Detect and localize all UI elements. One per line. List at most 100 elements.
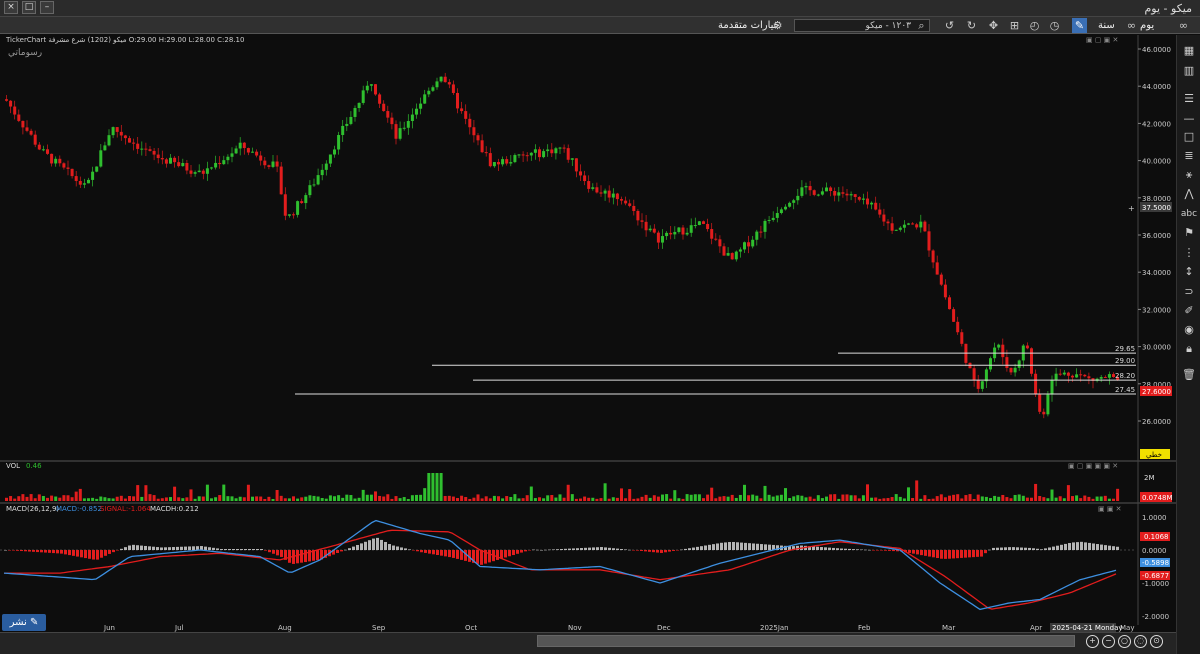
volume-bar	[78, 488, 82, 501]
magnet-icon[interactable]: ⊃	[1180, 284, 1198, 300]
timer-icon[interactable]: ◴	[1027, 18, 1042, 33]
candle-body	[615, 193, 619, 200]
chart-area[interactable]: 29.65 29.00 28.20 27.45 46.0000 44.0000 42.00…	[0, 35, 1176, 635]
panel-controls-icon[interactable]: ▣ ▢ ▣ ✕	[1086, 36, 1118, 44]
levels-icon[interactable]: ⋮	[1180, 245, 1198, 261]
macd-panel-controls-icon[interactable]: ▣ ▣ ✕	[1098, 505, 1122, 513]
layout-icon[interactable]: ▥	[1180, 63, 1198, 79]
candle-body	[820, 191, 824, 195]
redo-icon[interactable]: ↻	[964, 18, 979, 33]
volume-bar	[497, 496, 500, 501]
plus-icon[interactable]: +	[1128, 204, 1135, 213]
list-icon[interactable]: ☰	[1180, 91, 1198, 107]
eye-icon[interactable]: ◉	[1180, 322, 1198, 338]
pattern-icon[interactable]: ⚹	[1180, 167, 1198, 183]
clock-icon[interactable]: ◷	[1047, 18, 1062, 33]
macd-hist-bar	[124, 547, 127, 550]
macd-hist-bar	[640, 550, 643, 551]
candle-body	[521, 154, 525, 156]
zoom-out-icon[interactable]: −	[1102, 635, 1115, 648]
candle-body	[550, 149, 554, 154]
candle-body	[398, 128, 402, 139]
macd-hist-bar	[20, 550, 23, 552]
rectangle-icon[interactable]: □	[1180, 129, 1198, 145]
vol-panel-controls-icon[interactable]: ▣ ▢ ▣ ▣ ▣ ✕	[1068, 462, 1118, 470]
candle-body	[365, 85, 369, 91]
volume-bar	[1079, 498, 1083, 501]
minimize-icon[interactable]: –	[40, 1, 54, 14]
candle-body	[648, 228, 652, 231]
link-icon[interactable]: ∞	[1176, 18, 1191, 33]
volume-bar	[1066, 485, 1070, 501]
macd-value: MACD:-0.852	[56, 505, 102, 513]
brush-icon[interactable]: ✐	[1180, 303, 1198, 319]
macd-hist-bar	[44, 550, 47, 553]
text-tool-icon[interactable]: abc	[1180, 206, 1198, 222]
candle-body	[710, 229, 714, 239]
crosshair-icon[interactable]: ✥	[986, 18, 1001, 33]
candle-body	[562, 147, 566, 149]
volume-bar	[562, 497, 566, 501]
grid-icon[interactable]: ▦	[1180, 43, 1198, 59]
zoom-range-icon[interactable]: ⊙	[1150, 635, 1163, 648]
trash-icon[interactable]: 🗑︎	[1180, 367, 1198, 383]
link-icon[interactable]: ∞	[1124, 18, 1139, 33]
candle-body	[95, 166, 99, 172]
app-window: × □ – ميكو - يوم يوم ∞ سنة ∞ ✎ ◷ ◴ ⊞ ✥ ↻…	[0, 0, 1200, 654]
volume-bar	[132, 496, 136, 501]
volume-bar	[907, 487, 910, 501]
candle-body	[439, 76, 443, 82]
chart-type-icon[interactable]: ⊞	[1007, 18, 1022, 33]
volume-bar	[808, 496, 812, 501]
flag-icon[interactable]: ⚑	[1180, 225, 1198, 241]
volume-bar	[521, 498, 525, 501]
candle-body	[173, 157, 177, 163]
horizontal-line-icon[interactable]: —	[1180, 111, 1198, 127]
mini-button-label[interactable]: خطي	[1146, 451, 1162, 459]
volume-bar	[156, 498, 160, 501]
symbol-search-input[interactable]	[794, 19, 930, 32]
candle-body	[767, 219, 771, 221]
zoom-reset-icon[interactable]: ◌	[1134, 635, 1147, 648]
volume-bar	[599, 498, 603, 501]
period-year-button[interactable]: سنة	[1098, 18, 1115, 33]
horizontal-scrollbar[interactable]	[537, 635, 1075, 647]
period-day-button[interactable]: يوم	[1140, 18, 1154, 33]
volume-bar	[410, 495, 414, 501]
draw-button[interactable]: نشر ✎	[2, 614, 46, 631]
chart-svg[interactable]: 29.65 29.00 28.20 27.45 46.0000 44.0000 42.00…	[0, 35, 1176, 635]
macd-hist-bar	[212, 547, 215, 550]
candle-body	[1001, 344, 1005, 358]
fibonacci-icon[interactable]: ≣	[1180, 148, 1198, 164]
macd-hist-bar	[1004, 547, 1007, 550]
close-icon[interactable]: ×	[4, 1, 18, 14]
candle-body	[132, 142, 136, 144]
pen-icon[interactable]: ✎	[1072, 18, 1087, 33]
macd-hist-bar	[992, 547, 995, 550]
search-icon[interactable]: ⌕	[914, 18, 929, 33]
zoom-fit-icon[interactable]: ○	[1118, 635, 1131, 648]
volume-bar	[259, 496, 263, 501]
ruler-icon[interactable]: ↕	[1180, 264, 1198, 280]
candle-body	[1042, 411, 1046, 415]
volume-bar	[304, 496, 308, 501]
candle-body	[160, 158, 164, 160]
lock-icon[interactable]: 🔒︎	[1180, 341, 1198, 357]
volume-bar	[833, 494, 837, 501]
candle-body	[369, 84, 373, 86]
volume-bar	[271, 498, 275, 501]
volume-bar	[218, 495, 222, 501]
volume-bar	[829, 494, 833, 501]
macd-hist-bar	[516, 550, 519, 554]
volume-bar	[898, 496, 902, 501]
volume-bar	[1107, 498, 1111, 501]
volume-bar	[357, 497, 361, 501]
volume-bar	[800, 495, 804, 501]
zoom-in-icon[interactable]: +	[1086, 635, 1099, 648]
trend-icon[interactable]: ⋀	[1180, 186, 1198, 202]
undo-icon[interactable]: ↺	[942, 18, 957, 33]
maximize-icon[interactable]: □	[22, 1, 36, 14]
settings-icon[interactable]: ⚙	[770, 18, 785, 33]
macd-hist-bar	[456, 550, 459, 559]
macd-hist-bar	[420, 550, 423, 553]
